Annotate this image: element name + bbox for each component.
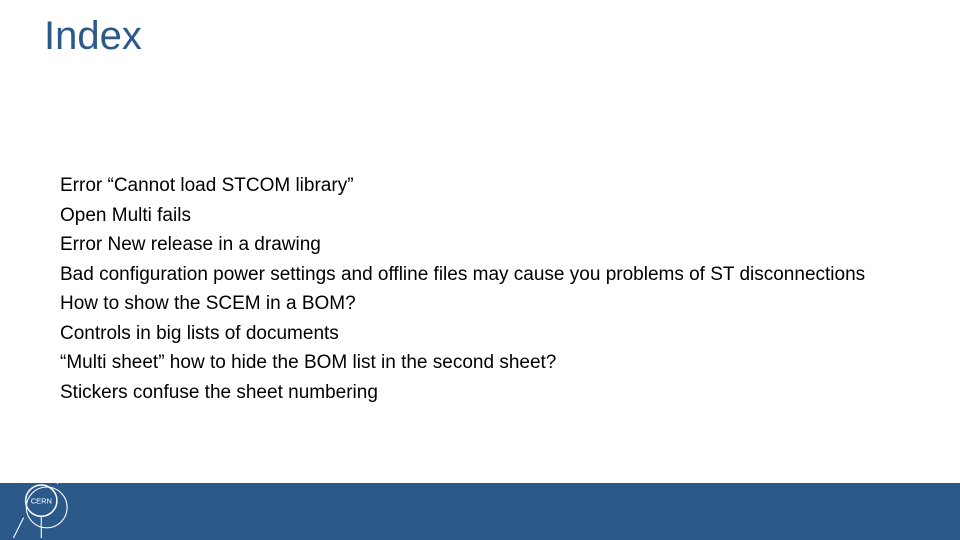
list-item: Controls in big lists of documents	[60, 320, 940, 348]
slide: Index Error “Cannot load STCOM library” …	[0, 0, 960, 540]
logo-text: CERN	[31, 496, 52, 505]
footer-bar	[0, 483, 960, 540]
cern-logo: CERN	[10, 470, 78, 538]
list-item: Error New release in a drawing	[60, 231, 940, 259]
list-item: Bad configuration power settings and off…	[60, 261, 940, 289]
slide-title: Index	[44, 14, 142, 59]
list-item: How to show the SCEM in a BOM?	[60, 290, 940, 318]
list-item: Stickers confuse the sheet numbering	[60, 379, 940, 407]
list-item: Error “Cannot load STCOM library”	[60, 172, 940, 200]
cern-logo-icon: CERN	[10, 470, 78, 538]
list-item: “Multi sheet” how to hide the BOM list i…	[60, 349, 940, 377]
list-item: Open Multi fails	[60, 202, 940, 230]
index-list: Error “Cannot load STCOM library” Open M…	[60, 172, 940, 408]
